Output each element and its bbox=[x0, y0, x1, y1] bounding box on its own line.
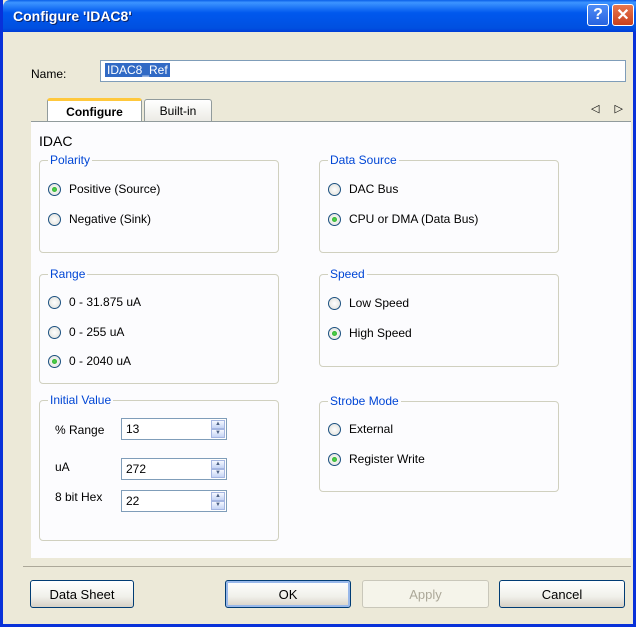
radio-dac-bus[interactable]: DAC Bus bbox=[328, 182, 398, 196]
name-input[interactable]: IDAC8_Ref bbox=[100, 60, 626, 82]
spin-up-icon[interactable]: ▲ bbox=[211, 492, 225, 501]
radio-negative-sink[interactable]: Negative (Sink) bbox=[48, 212, 151, 226]
radio-unchecked-icon bbox=[48, 295, 61, 309]
ua-spinner[interactable]: 272 ▲ ▼ bbox=[121, 458, 227, 480]
spinner-value: 13 bbox=[126, 422, 140, 436]
radio-checked-icon bbox=[328, 326, 341, 340]
data-source-group: Data Source bbox=[319, 153, 559, 253]
radio-unchecked-icon bbox=[328, 296, 341, 310]
strobe-mode-group: Strobe Mode bbox=[319, 394, 559, 492]
footer-divider bbox=[23, 566, 631, 567]
radio-range-31-875[interactable]: 0 - 31.875 uA bbox=[48, 295, 141, 309]
radio-checked-icon bbox=[48, 354, 61, 368]
speed-legend: Speed bbox=[330, 267, 365, 281]
radio-range-255[interactable]: 0 - 255 uA bbox=[48, 325, 124, 339]
panel-title: IDAC bbox=[39, 133, 73, 149]
configure-dialog: Configure 'IDAC8' ? ✕ Name: IDAC8_Ref Co… bbox=[0, 0, 636, 627]
spin-down-icon[interactable]: ▼ bbox=[211, 501, 225, 510]
close-button[interactable]: ✕ bbox=[612, 4, 634, 26]
range-percent-spinner[interactable]: 13 ▲ ▼ bbox=[121, 418, 227, 440]
spin-down-icon[interactable]: ▼ bbox=[211, 429, 225, 438]
radio-unchecked-icon bbox=[48, 212, 61, 226]
ua-label: uA bbox=[55, 460, 70, 474]
radio-register-write[interactable]: Register Write bbox=[328, 452, 425, 466]
speed-group: Speed bbox=[319, 267, 559, 367]
hex-spinner[interactable]: 22 ▲ ▼ bbox=[121, 490, 227, 512]
radio-label: 0 - 31.875 uA bbox=[69, 295, 142, 309]
polarity-group: Polarity bbox=[39, 153, 279, 253]
radio-label: Negative (Sink) bbox=[69, 212, 152, 226]
spin-down-icon[interactable]: ▼ bbox=[211, 469, 225, 478]
radio-unchecked-icon bbox=[328, 422, 341, 436]
radio-positive-source[interactable]: Positive (Source) bbox=[48, 182, 160, 196]
tab-strip: Configure Built-in ◁ ▷ bbox=[31, 98, 631, 122]
hex-label: 8 bit Hex bbox=[55, 490, 103, 504]
spin-up-icon[interactable]: ▲ bbox=[211, 460, 225, 469]
radio-high-speed[interactable]: High Speed bbox=[328, 326, 412, 340]
radio-external[interactable]: External bbox=[328, 422, 393, 436]
radio-checked-icon bbox=[48, 182, 61, 196]
radio-range-2040[interactable]: 0 - 2040 uA bbox=[48, 354, 131, 368]
polarity-legend: Polarity bbox=[50, 153, 91, 167]
name-label: Name: bbox=[31, 67, 67, 81]
title-bar[interactable]: Configure 'IDAC8' ? ✕ bbox=[3, 0, 636, 32]
radio-label: 0 - 2040 uA bbox=[69, 354, 132, 368]
radio-label: CPU or DMA (Data Bus) bbox=[349, 212, 479, 226]
radio-label: Positive (Source) bbox=[69, 182, 161, 196]
data-source-legend: Data Source bbox=[330, 153, 397, 167]
radio-label: DAC Bus bbox=[349, 182, 399, 196]
radio-label: 0 - 255 uA bbox=[69, 325, 125, 339]
cancel-button[interactable]: Cancel bbox=[499, 580, 625, 608]
help-button[interactable]: ? bbox=[587, 4, 609, 26]
range-percent-label: % Range bbox=[55, 423, 105, 437]
radio-low-speed[interactable]: Low Speed bbox=[328, 296, 409, 310]
radio-label: External bbox=[349, 422, 394, 436]
spinner-value: 272 bbox=[126, 462, 147, 476]
spinner-value: 22 bbox=[126, 494, 140, 508]
initial-value-legend: Initial Value bbox=[50, 393, 112, 407]
name-value: IDAC8_Ref bbox=[105, 63, 170, 77]
tab-built-in[interactable]: Built-in bbox=[144, 99, 212, 121]
data-sheet-button[interactable]: Data Sheet bbox=[30, 580, 134, 608]
window-title: Configure 'IDAC8' bbox=[13, 8, 132, 24]
radio-unchecked-icon bbox=[328, 182, 341, 196]
radio-checked-icon bbox=[328, 212, 341, 226]
radio-cpu-dma[interactable]: CPU or DMA (Data Bus) bbox=[328, 212, 478, 226]
tab-scroll-arrows-icon[interactable]: ◁ ▷ bbox=[591, 102, 629, 115]
close-icon: ✕ bbox=[616, 7, 630, 24]
radio-label: Register Write bbox=[349, 452, 425, 466]
help-icon: ? bbox=[593, 6, 603, 23]
radio-label: High Speed bbox=[349, 326, 412, 340]
ok-button[interactable]: OK bbox=[225, 580, 351, 608]
radio-unchecked-icon bbox=[48, 325, 61, 339]
strobe-mode-legend: Strobe Mode bbox=[330, 394, 399, 408]
spin-up-icon[interactable]: ▲ bbox=[211, 420, 225, 429]
range-legend: Range bbox=[50, 267, 86, 281]
radio-label: Low Speed bbox=[349, 296, 410, 310]
radio-checked-icon bbox=[328, 452, 341, 466]
tab-configure[interactable]: Configure bbox=[47, 98, 142, 122]
apply-button[interactable]: Apply bbox=[362, 580, 489, 608]
